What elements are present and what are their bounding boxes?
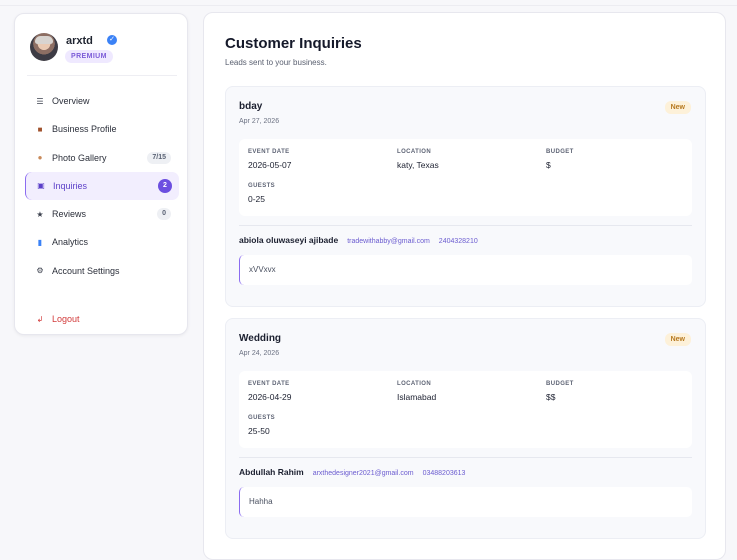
contact-row: Abdullah Rahim arxthedesigner2021@gmail.… — [239, 467, 465, 477]
location-field: LOCATION katy, Texas — [397, 149, 439, 170]
gear-icon: ⚙ — [36, 266, 44, 276]
event-date-value: 2026-04-29 — [248, 392, 292, 402]
sidebar-divider — [27, 75, 177, 76]
location-field: LOCATION Islamabad — [397, 381, 436, 402]
sidebar-item-business-profile[interactable]: ■ Business Profile — [25, 115, 179, 143]
contact-row: abiola oluwaseyi ajibade tradewithabby@g… — [239, 235, 478, 245]
location-label: LOCATION — [397, 381, 432, 387]
list-icon: ☰ — [36, 96, 44, 106]
logout-icon: ↲ — [36, 314, 44, 324]
budget-label: BUDGET — [546, 381, 574, 387]
event-date-label: EVENT DATE — [248, 149, 290, 155]
location-value: katy, Texas — [397, 160, 439, 170]
inquiry-title: bday — [239, 101, 263, 112]
inquiry-card: bday Apr 27, 2026 New EVENT DATE 2026-05… — [225, 86, 706, 307]
inquiry-date: Apr 24, 2026 — [239, 350, 280, 357]
profile-header: arxtd ✓ PREMIUM — [30, 33, 180, 77]
contact-phone[interactable]: 03488203613 — [423, 470, 466, 477]
location-label: LOCATION — [397, 149, 432, 155]
gallery-count-badge: 7/15 — [147, 151, 171, 164]
sidebar-item-reviews[interactable]: ★ Reviews 0 — [25, 200, 179, 228]
guests-label: GUESTS — [248, 415, 276, 421]
contact-email[interactable]: tradewithabby@gmail.com — [347, 238, 430, 245]
username: arxtd — [66, 35, 93, 47]
inquiry-date: Apr 27, 2026 — [239, 118, 280, 125]
sidebar: arxtd ✓ PREMIUM ☰ Overview ■ Business Pr… — [14, 13, 188, 335]
avatar[interactable] — [30, 33, 58, 61]
briefcase-icon: ■ — [37, 124, 43, 134]
guests-value: 25-50 — [248, 426, 270, 436]
page-subtitle: Leads sent to your business. — [225, 58, 327, 67]
reviews-count-badge: 0 — [157, 208, 171, 221]
sidebar-item-label: Overview — [52, 96, 90, 106]
logout-button[interactable]: ↲ Logout — [35, 314, 80, 324]
budget-value: $ — [546, 160, 551, 170]
event-date-field: EVENT DATE 2026-05-07 — [248, 149, 291, 170]
sidebar-item-label: Reviews — [52, 209, 87, 220]
event-date-label: EVENT DATE — [248, 381, 290, 387]
event-date-field: EVENT DATE 2026-04-29 — [248, 381, 291, 402]
sidebar-item-label: Business Profile — [52, 124, 117, 135]
budget-field: BUDGET $ — [546, 149, 574, 170]
location-value: Islamabad — [397, 392, 437, 402]
budget-label: BUDGET — [546, 149, 574, 155]
sidebar-item-inquiries[interactable]: ▣ Inquiries 2 — [25, 171, 179, 200]
guests-value: 0-25 — [248, 194, 266, 204]
guests-field: GUESTS 25-50 — [248, 415, 275, 436]
sidebar-nav: ☰ Overview ■ Business Profile ● Photo Ga… — [25, 87, 179, 285]
premium-badge: PREMIUM — [65, 50, 113, 63]
inquiry-message: Hahha — [239, 487, 692, 517]
contact-phone[interactable]: 2404328210 — [439, 238, 478, 245]
inquiry-details: EVENT DATE 2026-05-07 LOCATION katy, Tex… — [239, 139, 692, 216]
budget-field: BUDGET $$ — [546, 381, 574, 402]
page-title: Customer Inquiries — [225, 35, 362, 52]
inquiry-message: xVVxvx — [239, 255, 692, 285]
inquiry-details: EVENT DATE 2026-04-29 LOCATION Islamabad… — [239, 371, 692, 448]
inbox-icon: ▣ — [37, 181, 45, 191]
budget-value: $$ — [546, 392, 556, 402]
contact-name: Abdullah Rahim — [239, 467, 304, 477]
sidebar-item-label: Analytics — [52, 237, 89, 248]
sidebar-item-label: Account Settings — [52, 265, 120, 276]
sidebar-item-account-settings[interactable]: ⚙ Account Settings — [25, 257, 179, 285]
chart-icon: ▮ — [37, 237, 43, 247]
card-divider — [239, 457, 692, 458]
card-divider — [239, 225, 692, 226]
inquiry-title: Wedding — [239, 333, 282, 344]
status-badge: New — [664, 333, 691, 346]
star-icon: ★ — [36, 209, 44, 219]
logout-label: Logout — [52, 314, 80, 324]
status-badge: New — [664, 101, 691, 114]
sidebar-item-photo-gallery[interactable]: ● Photo Gallery 7/15 — [25, 144, 179, 172]
contact-email[interactable]: arxthedesigner2021@gmail.com — [313, 470, 414, 477]
contact-name: abiola oluwaseyi ajibade — [239, 235, 339, 245]
sidebar-item-overview[interactable]: ☰ Overview — [25, 87, 179, 115]
gallery-icon: ● — [37, 153, 43, 163]
sidebar-item-label: Inquiries — [53, 180, 88, 191]
guests-field: GUESTS 0-25 — [248, 183, 275, 204]
main-panel: Customer Inquiries Leads sent to your bu… — [203, 12, 726, 560]
top-divider — [0, 5, 737, 6]
event-date-value: 2026-05-07 — [248, 160, 292, 170]
sidebar-item-label: Photo Gallery — [52, 152, 107, 163]
inquiry-card: Wedding Apr 24, 2026 New EVENT DATE 2026… — [225, 318, 706, 539]
verified-icon: ✓ — [107, 35, 117, 45]
guests-label: GUESTS — [248, 183, 276, 189]
inquiries-count-badge: 2 — [158, 178, 172, 193]
sidebar-item-analytics[interactable]: ▮ Analytics — [25, 228, 179, 256]
